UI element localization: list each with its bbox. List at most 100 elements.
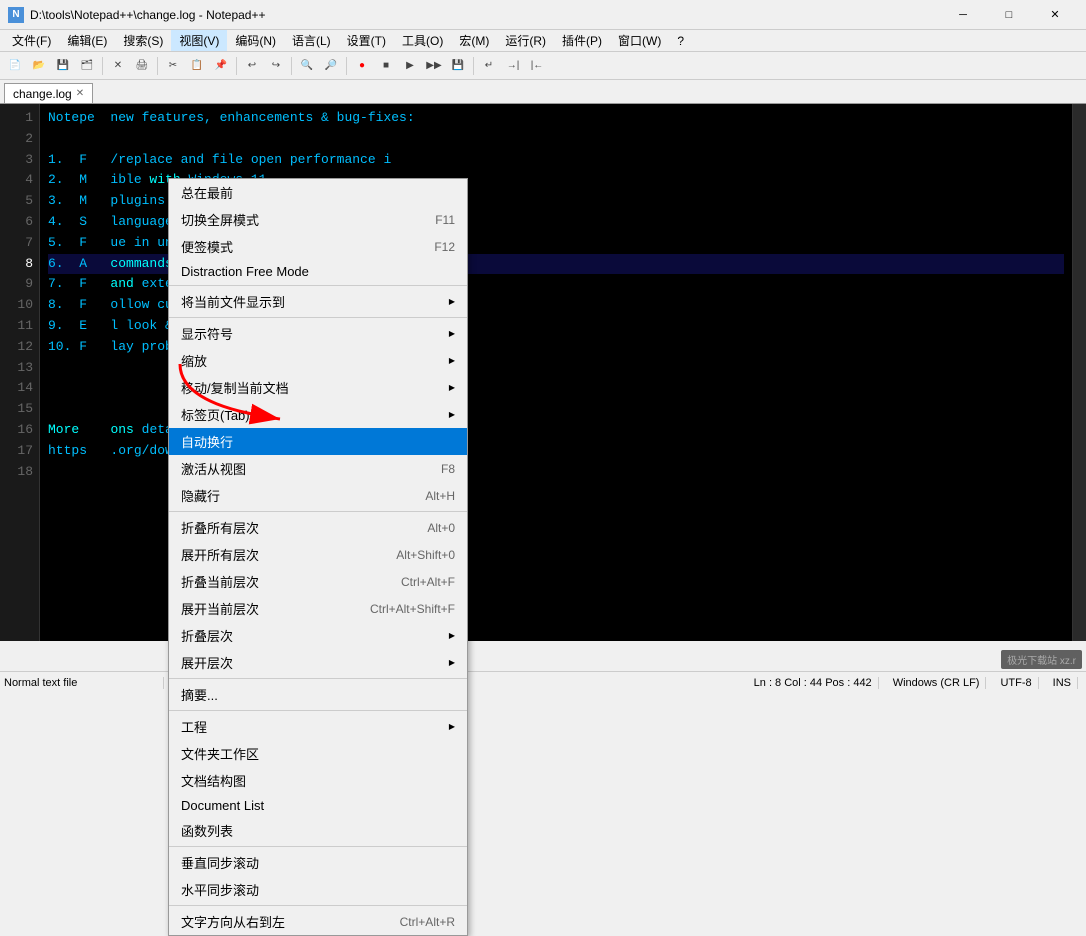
view-dropdown-menu: 总在最前 切换全屏模式 F11 便签模式 F12 Distraction Fre… (168, 178, 468, 936)
tab-label: change.log (13, 87, 72, 101)
tab-change-log[interactable]: change.log ✕ (4, 83, 93, 103)
status-file-type: Normal text file (4, 677, 164, 689)
menu-item-label: 切换全屏模式 (181, 210, 259, 229)
menu-project[interactable]: 工程 ▶ (169, 713, 467, 740)
close-button[interactable]: ✕ (1032, 0, 1078, 30)
toolbar-separator-2 (157, 57, 158, 75)
menu-view[interactable]: 视图(V) (171, 30, 227, 51)
menu-activate-from-view[interactable]: 激活从视图 F8 (169, 455, 467, 482)
play-macro-button[interactable]: ▶ (399, 55, 421, 77)
tab-close-button[interactable]: ✕ (76, 88, 84, 99)
menu-settings[interactable]: 设置(T) (339, 30, 394, 51)
menu-folder-workspace[interactable]: 文件夹工作区 (169, 740, 467, 767)
menu-file[interactable]: 文件(F) (4, 30, 59, 51)
run-macro-multi-button[interactable]: ▶▶ (423, 55, 445, 77)
menu-window[interactable]: 窗口(W) (610, 30, 669, 51)
menu-plugins[interactable]: 插件(P) (554, 30, 610, 51)
save-macro-button[interactable]: 💾 (447, 55, 469, 77)
menu-expand-current[interactable]: 展开当前层次 Ctrl+Alt+Shift+F (169, 595, 467, 622)
close-file-button[interactable]: ✕ (107, 55, 129, 77)
menu-item-label: 激活从视图 (181, 459, 246, 478)
record-macro-button[interactable]: ● (351, 55, 373, 77)
redo-button[interactable]: ↪ (265, 55, 287, 77)
menu-doc-map[interactable]: 文档结构图 (169, 767, 467, 794)
toolbar-separator-5 (346, 57, 347, 75)
menu-language[interactable]: 语言(L) (284, 30, 339, 51)
menu-item-label: 函数列表 (181, 821, 233, 840)
menu-item-label: 工程 (181, 717, 207, 736)
menu-macro[interactable]: 宏(M) (451, 30, 497, 51)
menu-summary[interactable]: 摘要... (169, 681, 467, 708)
outdent-button[interactable]: |← (526, 55, 548, 77)
menu-tab[interactable]: 标签页(Tab) ▶ (169, 401, 467, 428)
menu-item-shortcut: Alt+0 (427, 521, 455, 535)
submenu-arrow: ▶ (449, 383, 455, 392)
status-position: Ln : 8 Col : 44 Pos : 442 (748, 677, 879, 689)
submenu-arrow: ▶ (449, 297, 455, 306)
paste-button[interactable]: 📌 (210, 55, 232, 77)
copy-button[interactable]: 📋 (186, 55, 208, 77)
new-file-button[interactable]: 📄 (4, 55, 26, 77)
menu-sep-3 (169, 511, 467, 512)
menu-collapse-all[interactable]: 折叠所有层次 Alt+0 (169, 514, 467, 541)
toolbar-separator-1 (102, 57, 103, 75)
menu-fullscreen[interactable]: 切换全屏模式 F11 (169, 206, 467, 233)
editor-line-3: 1. F /replace and file open performance … (48, 150, 1064, 171)
menu-sep-1 (169, 285, 467, 286)
menu-item-label: 缩放 (181, 351, 207, 370)
menu-move-copy-doc[interactable]: 移动/复制当前文档 ▶ (169, 374, 467, 401)
stop-macro-button[interactable]: ■ (375, 55, 397, 77)
print-button[interactable]: 🖨 (131, 55, 153, 77)
menu-document-list[interactable]: Document List (169, 794, 467, 817)
open-file-button[interactable]: 📂 (28, 55, 50, 77)
menu-sync-scroll-v[interactable]: 垂直同步滚动 (169, 849, 467, 876)
menu-search[interactable]: 搜索(S) (115, 30, 171, 51)
menu-run[interactable]: 运行(R) (497, 30, 554, 51)
maximize-button[interactable]: □ (986, 0, 1032, 30)
menu-item-label: 折叠层次 (181, 626, 233, 645)
menu-item-shortcut: Ctrl+Alt+Shift+F (370, 602, 455, 616)
zoom-in-button[interactable]: 🔍 (296, 55, 318, 77)
menu-edit[interactable]: 编辑(E) (59, 30, 115, 51)
save-all-button[interactable]: 🗂 (76, 55, 98, 77)
main-area: 1 2 3 4 5 6 7 8 9 10 11 12 13 14 15 16 1… (0, 104, 1086, 641)
menu-expand-level[interactable]: 展开层次 ▶ (169, 649, 467, 676)
toolbar-separator-4 (291, 57, 292, 75)
indent-button[interactable]: →| (502, 55, 524, 77)
menu-item-label: 标签页(Tab) (181, 405, 250, 424)
submenu-arrow: ▶ (449, 631, 455, 640)
menu-expand-all[interactable]: 展开所有层次 Alt+Shift+0 (169, 541, 467, 568)
menu-zoom[interactable]: 缩放 ▶ (169, 347, 467, 374)
minimize-button[interactable]: ─ (940, 0, 986, 30)
wrap-button[interactable]: ↵ (478, 55, 500, 77)
save-file-button[interactable]: 💾 (52, 55, 74, 77)
menu-show-symbol[interactable]: 显示符号 ▶ (169, 320, 467, 347)
menu-item-label: 展开所有层次 (181, 545, 259, 564)
menu-move-to-view[interactable]: 将当前文件显示到 ▶ (169, 288, 467, 315)
menu-sync-scroll-h[interactable]: 水平同步滚动 (169, 876, 467, 903)
status-bar: Normal text file Ln : 8 Col : 44 Pos : 4… (0, 671, 1086, 693)
menu-item-label: 隐藏行 (181, 486, 220, 505)
menu-always-on-top[interactable]: 总在最前 (169, 179, 467, 206)
undo-button[interactable]: ↩ (241, 55, 263, 77)
menu-help[interactable]: ? (669, 32, 692, 50)
menu-notepad-mode[interactable]: 便签模式 F12 (169, 233, 467, 260)
title-bar: N D:\tools\Notepad++\change.log - Notepa… (0, 0, 1086, 30)
menu-item-label: 展开当前层次 (181, 599, 259, 618)
menu-distraction-free[interactable]: Distraction Free Mode (169, 260, 467, 283)
menu-item-shortcut: F12 (434, 240, 455, 254)
menu-function-list[interactable]: 函数列表 (169, 817, 467, 844)
menu-encode[interactable]: 编码(N) (227, 30, 284, 51)
menu-rtl[interactable]: 文字方向从右到左 Ctrl+Alt+R (169, 908, 467, 935)
menu-collapse-current[interactable]: 折叠当前层次 Ctrl+Alt+F (169, 568, 467, 595)
menu-tools[interactable]: 工具(O) (394, 30, 451, 51)
menu-item-label: 水平同步滚动 (181, 880, 259, 899)
menu-item-label: 将当前文件显示到 (181, 292, 285, 311)
menu-word-wrap[interactable]: 自动换行 (169, 428, 467, 455)
menu-sep-4 (169, 678, 467, 679)
menu-collapse-level[interactable]: 折叠层次 ▶ (169, 622, 467, 649)
find-button[interactable]: 🔎 (320, 55, 342, 77)
cut-button[interactable]: ✂ (162, 55, 184, 77)
submenu-arrow: ▶ (449, 722, 455, 731)
menu-hide-lines[interactable]: 隐藏行 Alt+H (169, 482, 467, 509)
